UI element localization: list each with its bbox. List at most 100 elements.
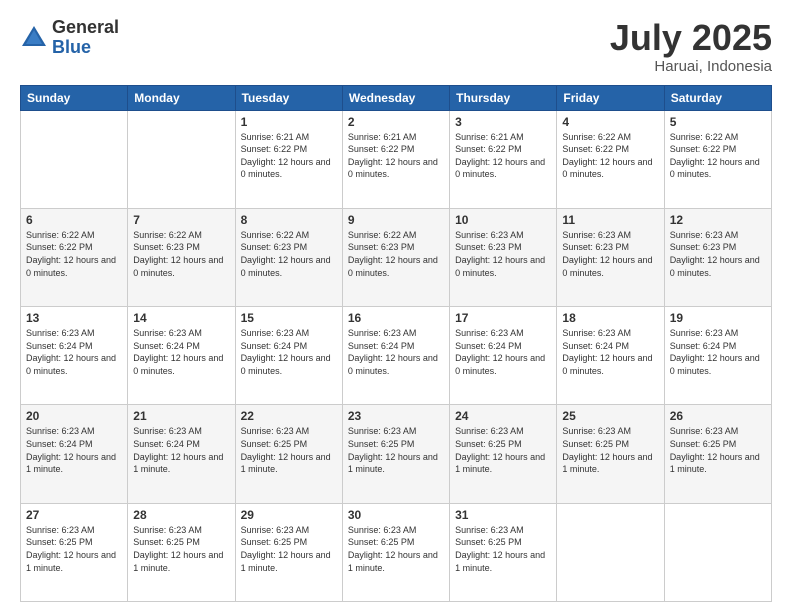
cell-info: Sunrise: 6:23 AM Sunset: 6:24 PM Dayligh… (133, 425, 229, 475)
cell-info: Sunrise: 6:23 AM Sunset: 6:25 PM Dayligh… (562, 425, 658, 475)
day-number: 13 (26, 311, 122, 325)
calendar-cell: 17 Sunrise: 6:23 AM Sunset: 6:24 PM Dayli… (450, 307, 557, 405)
calendar-cell: 26 Sunrise: 6:23 AM Sunset: 6:25 PM Dayli… (664, 405, 771, 503)
day-number: 28 (133, 508, 229, 522)
day-number: 31 (455, 508, 551, 522)
location: Haruai, Indonesia (610, 58, 772, 75)
calendar-cell: 11 Sunrise: 6:23 AM Sunset: 6:23 PM Dayli… (557, 208, 664, 306)
day-number: 8 (241, 213, 337, 227)
cell-info: Sunrise: 6:21 AM Sunset: 6:22 PM Dayligh… (241, 131, 337, 181)
cell-info: Sunrise: 6:21 AM Sunset: 6:22 PM Dayligh… (455, 131, 551, 181)
col-friday: Friday (557, 85, 664, 110)
calendar-cell: 9 Sunrise: 6:22 AM Sunset: 6:23 PM Daylig… (342, 208, 449, 306)
cell-info: Sunrise: 6:23 AM Sunset: 6:25 PM Dayligh… (348, 425, 444, 475)
day-number: 6 (26, 213, 122, 227)
cell-info: Sunrise: 6:23 AM Sunset: 6:25 PM Dayligh… (133, 524, 229, 574)
calendar-cell: 12Sunrise: 6:23 AM Sunset: 6:23 PM Dayli… (664, 208, 771, 306)
calendar-cell: 23 Sunrise: 6:23 AM Sunset: 6:25 PM Dayli… (342, 405, 449, 503)
cell-info: Sunrise: 6:22 AM Sunset: 6:23 PM Dayligh… (348, 229, 444, 279)
calendar-cell (128, 110, 235, 208)
day-number: 22 (241, 409, 337, 423)
cell-info: Sunrise: 6:22 AM Sunset: 6:23 PM Dayligh… (241, 229, 337, 279)
logo-general: General (52, 17, 119, 37)
col-sunday: Sunday (21, 85, 128, 110)
cell-info: Sunrise: 6:22 AM Sunset: 6:22 PM Dayligh… (670, 131, 766, 181)
calendar-cell (21, 110, 128, 208)
day-number: 4 (562, 115, 658, 129)
day-number: 25 (562, 409, 658, 423)
day-number: 18 (562, 311, 658, 325)
day-number: 17 (455, 311, 551, 325)
calendar-cell: 25 Sunrise: 6:23 AM Sunset: 6:25 PM Dayli… (557, 405, 664, 503)
col-wednesday: Wednesday (342, 85, 449, 110)
day-number: 21 (133, 409, 229, 423)
day-number: 3 (455, 115, 551, 129)
logo-icon (20, 24, 48, 52)
cell-info: Sunrise: 6:23 AM Sunset: 6:25 PM Dayligh… (670, 425, 766, 475)
calendar-cell: 5 Sunrise: 6:22 AM Sunset: 6:22 PM Daylig… (664, 110, 771, 208)
day-number: 23 (348, 409, 444, 423)
day-number: 30 (348, 508, 444, 522)
calendar-cell (664, 503, 771, 601)
calendar-week-0: 1 Sunrise: 6:21 AM Sunset: 6:22 PM Daylig… (21, 110, 772, 208)
calendar-cell: 24 Sunrise: 6:23 AM Sunset: 6:25 PM Dayli… (450, 405, 557, 503)
calendar-header-row: Sunday Monday Tuesday Wednesday Thursday… (21, 85, 772, 110)
day-number: 29 (241, 508, 337, 522)
calendar-cell: 10Sunrise: 6:23 AM Sunset: 6:23 PM Dayli… (450, 208, 557, 306)
col-saturday: Saturday (664, 85, 771, 110)
cell-info: Sunrise: 6:21 AM Sunset: 6:22 PM Dayligh… (348, 131, 444, 181)
calendar-week-2: 13 Sunrise: 6:23 AM Sunset: 6:24 PM Dayli… (21, 307, 772, 405)
cell-info: Sunrise: 6:23 AM Sunset: 6:23 PM Dayligh… (562, 229, 658, 279)
day-number: 10 (455, 213, 551, 227)
calendar-cell: 6Sunrise: 6:22 AM Sunset: 6:22 PM Daylig… (21, 208, 128, 306)
day-number: 15 (241, 311, 337, 325)
col-monday: Monday (128, 85, 235, 110)
day-number: 7 (133, 213, 229, 227)
cell-info: Sunrise: 6:23 AM Sunset: 6:24 PM Dayligh… (241, 327, 337, 377)
day-number: 2 (348, 115, 444, 129)
title-block: July 2025 Haruai, Indonesia (610, 18, 772, 75)
calendar-cell: 3 Sunrise: 6:21 AM Sunset: 6:22 PM Daylig… (450, 110, 557, 208)
cell-info: Sunrise: 6:23 AM Sunset: 6:25 PM Dayligh… (241, 524, 337, 574)
cell-info: Sunrise: 6:23 AM Sunset: 6:24 PM Dayligh… (670, 327, 766, 377)
day-number: 5 (670, 115, 766, 129)
day-number: 27 (26, 508, 122, 522)
day-number: 19 (670, 311, 766, 325)
calendar-cell: 28 Sunrise: 6:23 AM Sunset: 6:25 PM Dayli… (128, 503, 235, 601)
col-thursday: Thursday (450, 85, 557, 110)
calendar-cell: 30Sunrise: 6:23 AM Sunset: 6:25 PM Dayli… (342, 503, 449, 601)
day-number: 9 (348, 213, 444, 227)
calendar-cell: 8 Sunrise: 6:22 AM Sunset: 6:23 PM Daylig… (235, 208, 342, 306)
calendar-cell: 31Sunrise: 6:23 AM Sunset: 6:25 PM Dayli… (450, 503, 557, 601)
cell-info: Sunrise: 6:23 AM Sunset: 6:24 PM Dayligh… (26, 327, 122, 377)
calendar-cell: 29 Sunrise: 6:23 AM Sunset: 6:25 PM Dayli… (235, 503, 342, 601)
calendar-week-1: 6Sunrise: 6:22 AM Sunset: 6:22 PM Daylig… (21, 208, 772, 306)
calendar-cell (557, 503, 664, 601)
logo: General Blue (20, 18, 119, 58)
calendar-table: Sunday Monday Tuesday Wednesday Thursday… (20, 85, 772, 602)
calendar-cell: 4 Sunrise: 6:22 AM Sunset: 6:22 PM Daylig… (557, 110, 664, 208)
calendar-cell: 21 Sunrise: 6:23 AM Sunset: 6:24 PM Dayli… (128, 405, 235, 503)
day-number: 1 (241, 115, 337, 129)
cell-info: Sunrise: 6:23 AM Sunset: 6:25 PM Dayligh… (455, 425, 551, 475)
cell-info: Sunrise: 6:23 AM Sunset: 6:25 PM Dayligh… (241, 425, 337, 475)
col-tuesday: Tuesday (235, 85, 342, 110)
cell-info: Sunrise: 6:23 AM Sunset: 6:24 PM Dayligh… (26, 425, 122, 475)
cell-info: Sunrise: 6:23 AM Sunset: 6:24 PM Dayligh… (562, 327, 658, 377)
calendar-cell: 7Sunrise: 6:22 AM Sunset: 6:23 PM Daylig… (128, 208, 235, 306)
cell-info: Sunrise: 6:23 AM Sunset: 6:24 PM Dayligh… (133, 327, 229, 377)
calendar-cell: 2 Sunrise: 6:21 AM Sunset: 6:22 PM Daylig… (342, 110, 449, 208)
calendar-cell: 27Sunrise: 6:23 AM Sunset: 6:25 PM Dayli… (21, 503, 128, 601)
calendar-cell: 22 Sunrise: 6:23 AM Sunset: 6:25 PM Dayli… (235, 405, 342, 503)
cell-info: Sunrise: 6:22 AM Sunset: 6:22 PM Dayligh… (562, 131, 658, 181)
calendar-cell: 20 Sunrise: 6:23 AM Sunset: 6:24 PM Dayli… (21, 405, 128, 503)
cell-info: Sunrise: 6:23 AM Sunset: 6:24 PM Dayligh… (455, 327, 551, 377)
day-number: 26 (670, 409, 766, 423)
logo-text: General Blue (52, 18, 119, 58)
calendar-cell: 16Sunrise: 6:23 AM Sunset: 6:24 PM Dayli… (342, 307, 449, 405)
cell-info: Sunrise: 6:23 AM Sunset: 6:23 PM Dayligh… (670, 229, 766, 279)
page: General Blue July 2025 Haruai, Indonesia… (0, 0, 792, 612)
day-number: 24 (455, 409, 551, 423)
day-number: 20 (26, 409, 122, 423)
day-number: 11 (562, 213, 658, 227)
